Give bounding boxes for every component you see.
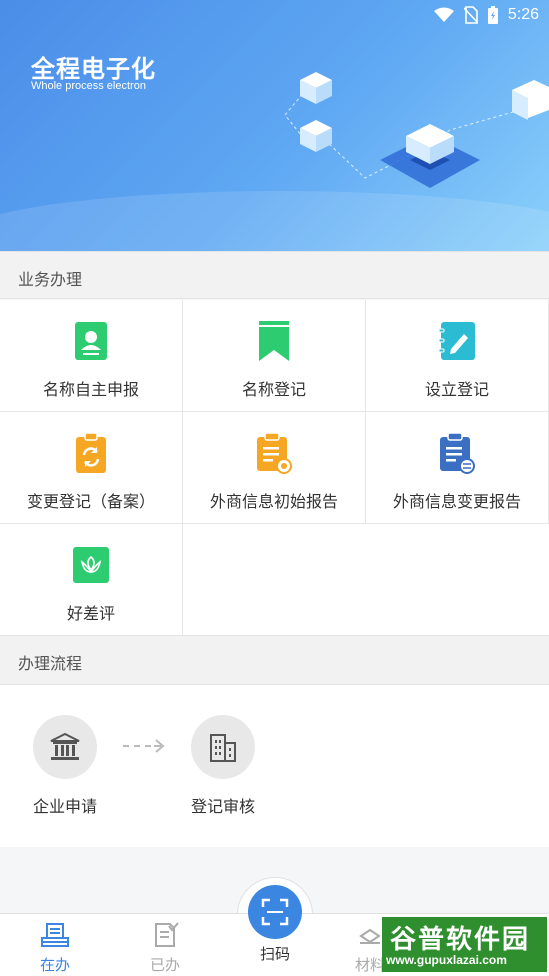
service-label: 名称登记 [241,380,306,399]
wifi-icon [433,7,454,22]
tab-label: 在办 [39,956,70,974]
process-section-header: 办理流程 [0,635,549,685]
service-foreign-change-report[interactable]: 外商信息变更报告 [366,412,549,524]
process-step-label: 登记审核 [190,797,255,816]
tab-label: 已办 [149,956,180,974]
change-clipboard-icon [440,432,475,474]
report-clipboard-icon [257,432,292,474]
id-card-icon [75,322,107,360]
process-step-label: 企业申请 [32,797,97,816]
site-watermark: 谷普软件园 www.gupuxlazai.com [382,917,547,972]
hero-subtitle: Whole process electron [31,80,146,92]
materials-icon [359,928,381,944]
edit-notebook-icon [438,322,475,360]
no-sim-icon [463,6,478,24]
bank-building-icon [50,732,80,760]
service-rating[interactable]: 好差评 [0,524,183,635]
isometric-cubes-illustration [284,72,549,188]
service-name-self-declare[interactable]: 名称自主申报 [0,300,183,412]
service-label: 名称自主申报 [42,380,139,399]
battery-icon [487,6,498,24]
service-foreign-initial-report[interactable]: 外商信息初始报告 [183,412,366,524]
process-section-title: 办理流程 [18,654,83,673]
scan-icon [261,898,289,926]
process-step-review: 登记审核 [173,715,273,817]
dashed-arrow-icon [123,739,165,753]
status-time: 5:26 [507,6,539,23]
tab-in-progress[interactable]: 在办 [15,922,95,975]
service-label: 变更登记（备案） [26,492,155,511]
process-step-apply: 企业申请 [15,715,115,817]
scan-label: 扫码 [259,945,290,963]
office-building-icon [210,734,236,762]
services-section-title: 业务办理 [18,270,83,289]
refresh-clipboard-icon [76,432,106,473]
process-flow: 企业申请 登记审核 [0,685,549,847]
tab-completed[interactable]: 已办 [125,922,205,975]
hero-banner: 5:26 全程电子化 Whole process electron [0,0,549,251]
bookmark-icon [259,321,289,361]
service-label: 好差评 [66,604,115,623]
scan-button[interactable] [248,885,302,939]
done-doc-icon [155,922,179,947]
watermark-url: www.gupuxlazai.com [386,953,507,967]
service-label: 设立登记 [424,380,489,399]
services-section-header: 业务办理 [0,251,549,299]
in-progress-icon [41,923,69,947]
service-label: 外商信息变更报告 [392,492,521,511]
service-name-registration[interactable]: 名称登记 [183,300,366,412]
service-establish-registration[interactable]: 设立登记 [366,300,549,412]
process-step-circle [33,715,97,779]
service-label: 外商信息初始报告 [209,492,338,511]
status-bar: 5:26 [433,4,539,26]
services-grid: 名称自主申报 名称登记 设立登记 变更登记（备案） 外商信息初始报告 外商信息变… [0,300,549,635]
service-change-registration[interactable]: 变更登记（备案） [0,412,183,524]
process-step-circle [191,715,255,779]
flower-rating-icon [73,547,109,583]
hero-title: 全程电子化 [31,55,156,83]
watermark-title: 谷普软件园 [390,925,531,955]
